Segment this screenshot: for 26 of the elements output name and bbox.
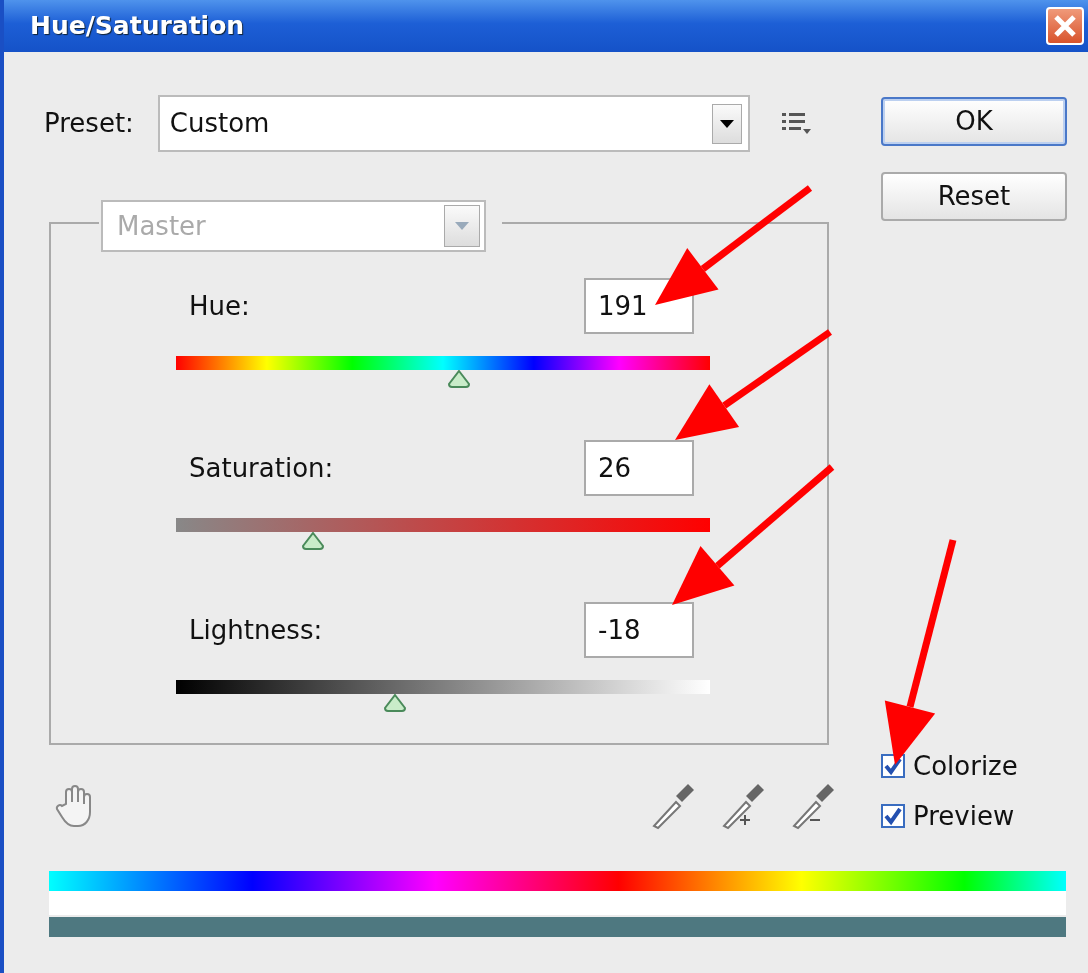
preset-label: Preset: (44, 107, 134, 140)
checkbox-label[interactable]: Preview (913, 796, 1015, 836)
close-icon (1052, 13, 1078, 39)
preset-dropdown[interactable]: Custom (157, 95, 750, 152)
eyedropper-minus-icon[interactable] (790, 782, 834, 830)
dialog-button[interactable]: OK (881, 97, 1067, 146)
check-icon (883, 806, 903, 826)
slider-label: Hue: (189, 289, 250, 323)
caret-icon (455, 222, 469, 230)
checkbox-label[interactable]: Colorize (913, 746, 1018, 786)
slider-label: Saturation: (189, 451, 334, 485)
value-field[interactable]: 26 (584, 440, 694, 496)
checkbox[interactable] (881, 804, 905, 828)
check-icon (883, 756, 903, 776)
dialog-button[interactable]: Reset (881, 172, 1067, 221)
slider-thumb[interactable] (302, 532, 325, 550)
value-field[interactable]: -18 (584, 602, 694, 658)
close-button[interactable] (1046, 7, 1084, 45)
window-title: Hue/Saturation (30, 10, 245, 43)
eyedropper-plus-icon[interactable] (720, 782, 764, 830)
caret-icon (719, 119, 734, 128)
slider-label: Lightness: (189, 613, 323, 647)
slider-thumb[interactable] (448, 370, 470, 388)
eyedropper-icon[interactable] (650, 782, 694, 830)
checkbox[interactable] (881, 754, 905, 778)
slider-thumb[interactable] (383, 694, 406, 712)
